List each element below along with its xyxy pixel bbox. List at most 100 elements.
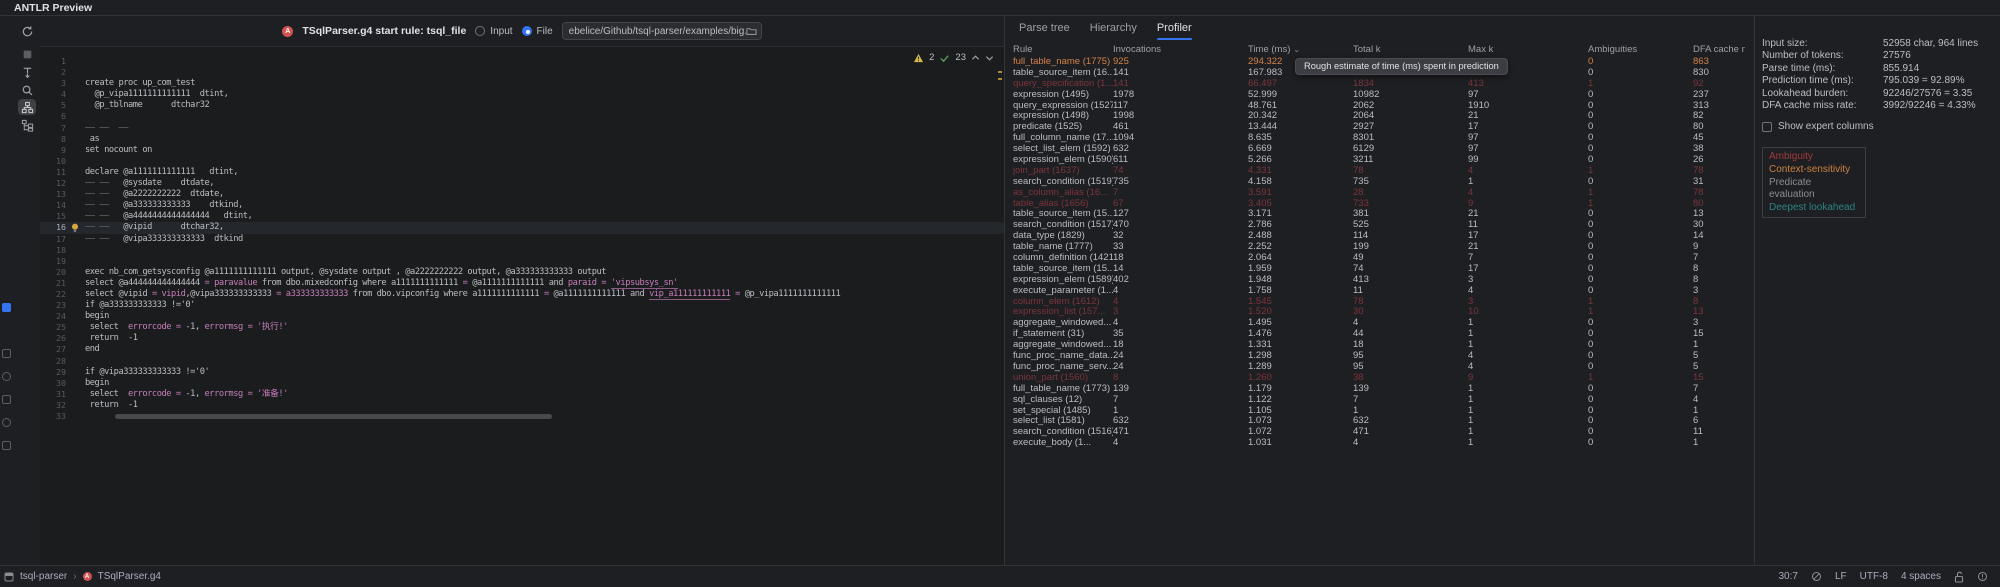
project-icon[interactable]	[4, 572, 14, 582]
table-row[interactable]: execute_parameter (1...41.75811403	[1005, 286, 1745, 297]
profiler-table[interactable]: full_table_name (1775)925294.3220863tabl…	[1005, 57, 1745, 449]
code-line[interactable]: 27end	[40, 344, 1004, 355]
notifications-icon[interactable]	[1977, 571, 1988, 582]
stop-icon[interactable]	[18, 46, 36, 62]
expert-columns-label[interactable]: Show expert columns	[1778, 121, 1874, 132]
table-row[interactable]: aggregate_windowed...181.33118101	[1005, 340, 1745, 351]
table-row[interactable]: search_condition (1519)7354.1587351031	[1005, 177, 1745, 188]
code-editor[interactable]: 123create proc up_com_test4 @p_vipa11111…	[40, 47, 1004, 565]
table-row[interactable]: table_name (1777)332.2521992109	[1005, 242, 1745, 253]
table-row[interactable]: set_special (1485)11.1051101	[1005, 406, 1745, 417]
table-row[interactable]: expression (1495)197852.99910982970237	[1005, 90, 1745, 101]
table-row[interactable]: expression_list (157...31.5203010113	[1005, 307, 1745, 318]
code-line[interactable]: 14–– –– @a333333333333 dtkind,	[40, 200, 1004, 211]
search-icon[interactable]	[18, 82, 36, 98]
table-row[interactable]: select_list_elem (1592)6326.669612997038	[1005, 144, 1745, 155]
table-row[interactable]: data_type (1829)322.48811417014	[1005, 231, 1745, 242]
table-row[interactable]: select_list (1581)6321.073632106	[1005, 416, 1745, 427]
table-row[interactable]: func_proc_name_serv...241.28995405	[1005, 362, 1745, 373]
code-line[interactable]: 13–– –– @a2222222222 dtdate,	[40, 189, 1004, 200]
table-row[interactable]: expression_elem (1589)4021.948413308	[1005, 275, 1745, 286]
tree-view-icon[interactable]	[18, 117, 36, 133]
code-line[interactable]: 10	[40, 156, 1004, 167]
code-line[interactable]: 6	[40, 111, 1004, 122]
caret-position[interactable]: 30:7	[1778, 571, 1797, 582]
table-row[interactable]: if_statement (31)351.476441015	[1005, 329, 1745, 340]
column-header[interactable]: Total k	[1353, 44, 1468, 55]
table-row[interactable]: func_proc_name_data...241.29895405	[1005, 351, 1745, 362]
unlock-icon[interactable]	[1954, 571, 1964, 583]
table-row[interactable]: expression_elem (1590)6115.266321199026	[1005, 155, 1745, 166]
code-line[interactable]: 3create proc up_com_test	[40, 78, 1004, 89]
code-line[interactable]: 15–– –– @a4444444444444444 dtint,	[40, 211, 1004, 222]
code-line[interactable]: 29if @vipa333333333333 !='0'	[40, 367, 1004, 378]
table-row[interactable]: column_elem (1612)41.54578318	[1005, 297, 1745, 308]
active-tool-window-icon[interactable]	[2, 303, 11, 312]
tab-parse-tree[interactable]: Parse tree	[1019, 16, 1070, 40]
prev-problem-icon[interactable]	[971, 54, 980, 62]
code-line[interactable]: 30begin	[40, 378, 1004, 389]
table-row[interactable]: query_expression (1527)11748.76120621910…	[1005, 101, 1745, 112]
horizontal-scrollbar[interactable]	[115, 414, 552, 419]
expert-columns-row[interactable]: Show expert columns	[1762, 121, 2000, 132]
table-row[interactable]: as_column_alias (16...73.591284178	[1005, 188, 1745, 199]
scroll-to-source-icon[interactable]	[18, 64, 36, 80]
table-row[interactable]: search_condition (1516)4711.0724711011	[1005, 427, 1745, 438]
table-row[interactable]: table_source_item (15...141.959741708	[1005, 264, 1745, 275]
code-line[interactable]: 2	[40, 67, 1004, 78]
code-line[interactable]: 17–– –– @vipa333333333333 dtkind	[40, 234, 1004, 245]
table-row[interactable]: union_part (1560)81.260389115	[1005, 373, 1745, 384]
breadcrumb-file[interactable]: TSqlParser.g4	[98, 571, 161, 582]
table-row[interactable]: search_condition (1517)4702.78652511030	[1005, 220, 1745, 231]
code-line[interactable]: 1	[40, 56, 1004, 67]
file-radio[interactable]	[522, 26, 532, 36]
tool-window-icon[interactable]	[2, 395, 11, 404]
breadcrumb-project[interactable]: tsql-parser	[20, 571, 67, 582]
code-line[interactable]: 25 select errorcode = -1, errormsg = '执行…	[40, 322, 1004, 333]
encoding-selector[interactable]: UTF-8	[1860, 571, 1888, 582]
tab-hierarchy[interactable]: Hierarchy	[1090, 16, 1137, 40]
refresh-icon[interactable]	[18, 23, 36, 39]
code-line[interactable]: 9set nocount on	[40, 145, 1004, 156]
folder-icon[interactable]	[746, 26, 757, 36]
table-row[interactable]: table_source_item (15...1273.17138121013	[1005, 209, 1745, 220]
file-path-value[interactable]: ebelice/Github/tsql-parser/examples/big.…	[569, 26, 746, 37]
code-line[interactable]: 11declare @a1111111111111 dtint,	[40, 167, 1004, 178]
table-row[interactable]: predicate (1525)46113.444292717080	[1005, 122, 1745, 133]
table-row[interactable]: full_column_name (17...10948.63583019704…	[1005, 133, 1745, 144]
column-header[interactable]: Rule	[1013, 44, 1113, 55]
code-line[interactable]: 18	[40, 245, 1004, 256]
tool-window-icon[interactable]	[2, 418, 11, 427]
line-ending-selector[interactable]: LF	[1835, 571, 1847, 582]
table-row[interactable]: sql_clauses (12)71.1227104	[1005, 395, 1745, 406]
warning-stripe-mark[interactable]	[998, 78, 1002, 80]
code-line[interactable]: 4 @p_vipa1111111111111 dtint,	[40, 89, 1004, 100]
expert-columns-checkbox[interactable]	[1762, 122, 1772, 132]
tool-window-icon[interactable]	[2, 349, 11, 358]
code-line[interactable]: 7–– –– ––	[40, 123, 1004, 134]
hierarchy-icon[interactable]	[18, 99, 36, 115]
code-line[interactable]: 21select @a444444444444444 = paravalue f…	[40, 278, 1004, 289]
code-line[interactable]: 31 select errorcode = -1, errormsg = '准备…	[40, 389, 1004, 400]
indent-selector[interactable]: 4 spaces	[1901, 571, 1941, 582]
code-line[interactable]: 20exec nb_com_getsysconfig @a11111111111…	[40, 267, 1004, 278]
table-row[interactable]: join_part (1637)744.331784178	[1005, 166, 1745, 177]
warning-stripe-mark[interactable]	[998, 71, 1002, 73]
column-header[interactable]: Max k	[1468, 44, 1588, 55]
code-line[interactable]: 24begin	[40, 311, 1004, 322]
column-header[interactable]: DFA cache miss	[1693, 44, 1745, 55]
code-line[interactable]: 22select @vipid = vipid,@vipa33333333333…	[40, 289, 1004, 300]
code-line[interactable]: 19	[40, 256, 1004, 267]
column-header[interactable]: Invocations	[1113, 44, 1248, 55]
file-radio-label[interactable]: File	[537, 26, 553, 37]
code-line[interactable]: 23if @a333333333333 !='0'	[40, 300, 1004, 311]
code-line[interactable]: 16–– –– @vipid dtchar32,	[40, 222, 1004, 233]
inspections-widget[interactable]: 2 23	[913, 52, 994, 63]
input-radio-label[interactable]: Input	[490, 26, 512, 37]
highlighting-level-icon[interactable]	[1811, 571, 1822, 582]
table-row[interactable]: expression (1498)199820.342206421082	[1005, 111, 1745, 122]
table-row[interactable]: full_table_name (1773)1391.179139107	[1005, 384, 1745, 395]
tool-window-icon[interactable]	[2, 372, 11, 381]
code-line[interactable]: 12–– –– @sysdate dtdate,	[40, 178, 1004, 189]
table-row[interactable]: column_definition (1421)182.06449707	[1005, 253, 1745, 264]
